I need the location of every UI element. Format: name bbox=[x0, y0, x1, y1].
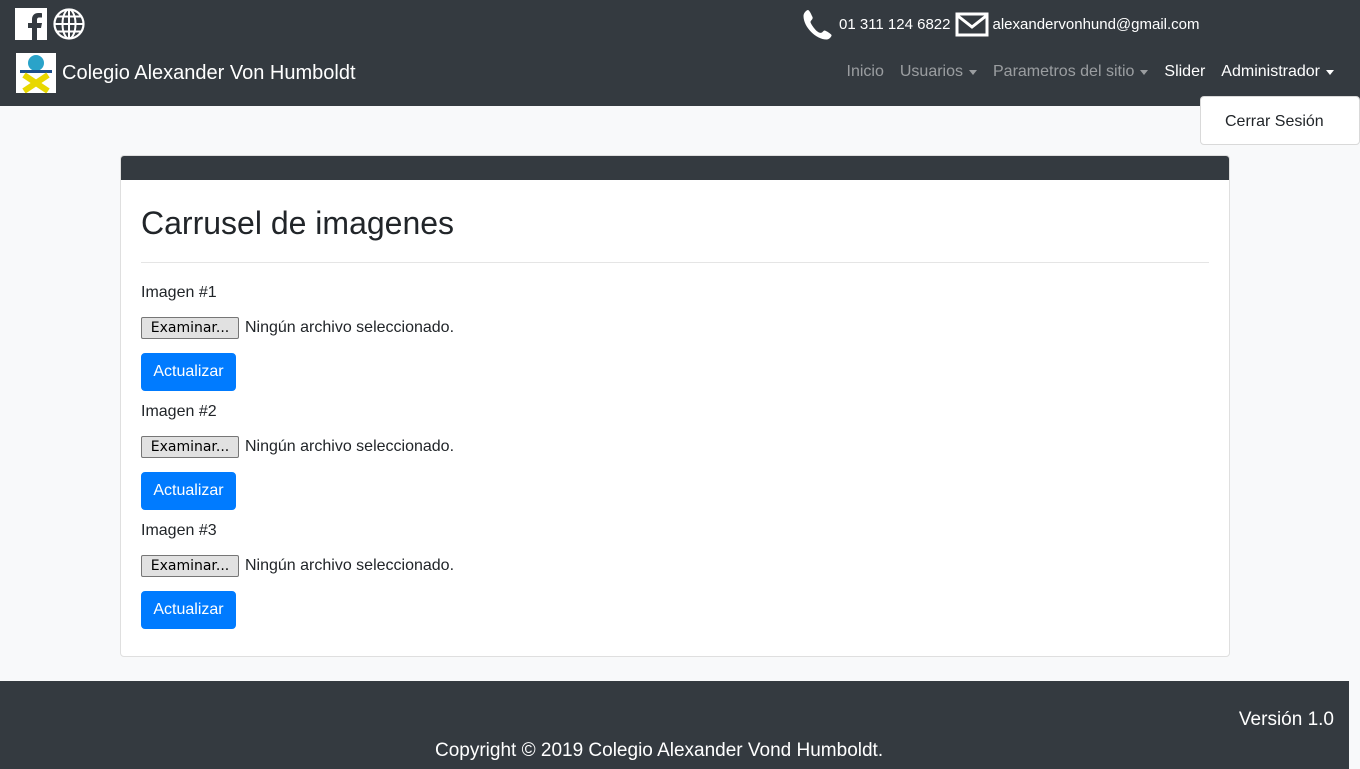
logout-menu-item[interactable]: Cerrar Sesión bbox=[1225, 113, 1324, 131]
update-button[interactable]: Actualizar bbox=[141, 472, 236, 510]
version-text: Versión 1.0 bbox=[1238, 709, 1334, 730]
nav-item-label: Inicio bbox=[846, 63, 884, 80]
facebook-icon[interactable] bbox=[15, 8, 47, 40]
card-header bbox=[121, 156, 1229, 180]
page-title: Carrusel de imagenes bbox=[141, 205, 455, 241]
file-input: Examinar... Ningún archivo seleccionado. bbox=[141, 435, 1209, 458]
globe-icon[interactable] bbox=[53, 8, 85, 40]
phone-icon bbox=[803, 10, 832, 40]
browse-button[interactable]: Examinar... bbox=[141, 435, 239, 458]
school-logo bbox=[16, 53, 56, 93]
nav-item-administrador[interactable]: Administrador bbox=[1221, 63, 1334, 81]
file-status: Ningún archivo seleccionado. bbox=[245, 556, 455, 574]
page-gutter bbox=[1349, 681, 1360, 769]
slider-card: Carrusel de imagenes Imagen #1 Examinar.… bbox=[120, 155, 1230, 657]
contact-info: 01 311 124 6822 alexandervonhund@gmail.c… bbox=[801, 8, 1204, 40]
caret-down-icon bbox=[1140, 69, 1149, 75]
nav-item-label: Parametros del sitio bbox=[993, 63, 1135, 80]
card-body: Carrusel de imagenes Imagen #1 Examinar.… bbox=[121, 180, 1229, 641]
nav-item-parametros[interactable]: Parametros del sitio bbox=[993, 63, 1149, 81]
nav-item-label: Usuarios bbox=[899, 63, 963, 80]
file-input: Examinar... Ningún archivo seleccionado. bbox=[141, 316, 1209, 339]
image-label: Imagen #3 bbox=[141, 522, 217, 539]
phone-number: 01 311 124 6822 bbox=[839, 15, 951, 33]
nav-item-slider[interactable]: Slider bbox=[1164, 63, 1205, 81]
nav-item-label: Slider bbox=[1164, 63, 1206, 80]
image-upload-group: Imagen #2 Examinar... Ningún archivo sel… bbox=[141, 403, 1209, 522]
image-upload-group: Imagen #3 Examinar... Ningún archivo sel… bbox=[141, 522, 1209, 641]
caret-down-icon bbox=[1326, 69, 1334, 75]
image-label: Imagen #1 bbox=[141, 284, 217, 301]
update-button[interactable]: Actualizar bbox=[141, 353, 236, 391]
brand-name: Colegio Alexander Von Humboldt bbox=[62, 61, 356, 84]
nav-item-usuarios[interactable]: Usuarios bbox=[900, 63, 977, 81]
file-status: Ningún archivo seleccionado. bbox=[245, 318, 455, 336]
top-navbar: 01 311 124 6822 alexandervonhund@gmail.c… bbox=[0, 0, 1360, 106]
image-upload-group: Imagen #1 Examinar... Ningún archivo sel… bbox=[141, 284, 1209, 403]
browse-button[interactable]: Examinar... bbox=[141, 554, 239, 577]
nav-item-inicio[interactable]: Inicio bbox=[847, 63, 884, 81]
update-button[interactable]: Actualizar bbox=[141, 591, 236, 629]
social-links bbox=[15, 8, 85, 40]
email-address[interactable]: alexandervonhund@gmail.com bbox=[993, 16, 1200, 33]
admin-dropdown-menu: Cerrar Sesión bbox=[1200, 96, 1360, 145]
copyright-text: Copyright © 2019 Colegio Alexander Vond … bbox=[435, 740, 884, 761]
file-status: Ningún archivo seleccionado. bbox=[245, 437, 455, 455]
image-label: Imagen #2 bbox=[141, 403, 217, 420]
mail-icon bbox=[955, 12, 988, 37]
nav-item-label: Administrador bbox=[1221, 63, 1320, 80]
footer: Versión 1.0 Copyright © 2019 Colegio Ale… bbox=[0, 681, 1349, 769]
browse-button[interactable]: Examinar... bbox=[141, 316, 239, 339]
divider bbox=[141, 262, 1209, 263]
file-input: Examinar... Ningún archivo seleccionado. bbox=[141, 554, 1209, 577]
main-nav: Inicio Usuarios Parametros del sitio Sli… bbox=[831, 63, 1334, 81]
caret-down-icon bbox=[969, 69, 977, 75]
brand[interactable]: Colegio Alexander Von Humboldt bbox=[16, 53, 356, 93]
